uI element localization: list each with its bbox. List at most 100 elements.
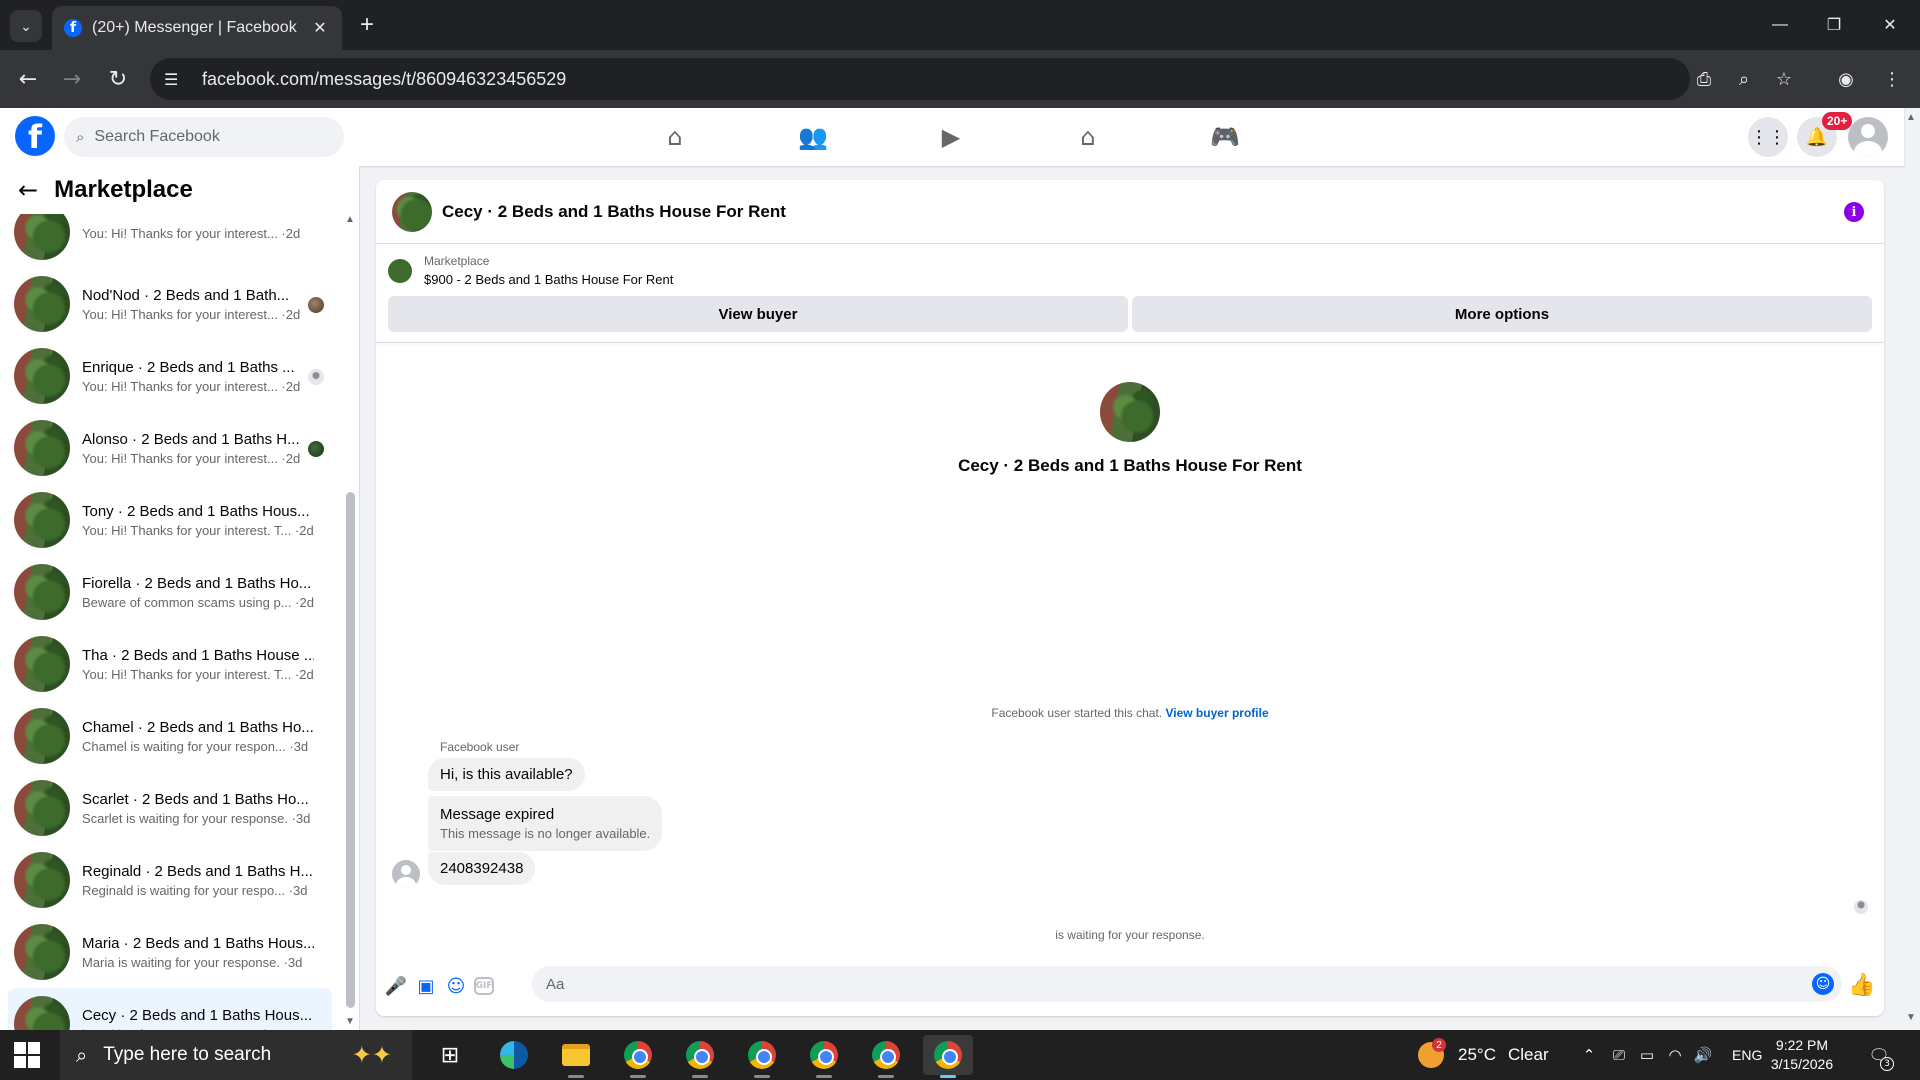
conversation-item[interactable]: Fiorella · 2 Beds and 1 Baths Ho... Bewar… xyxy=(8,556,332,628)
conversation-item[interactable]: Chamel · 2 Beds and 1 Baths Ho... Chamel … xyxy=(8,700,332,772)
tab-search-chevron-icon[interactable]: ⌄ xyxy=(10,10,42,42)
site-settings-icon[interactable]: ☰ xyxy=(164,70,190,89)
chrome-app-icon[interactable] xyxy=(613,1035,663,1078)
gaming-icon[interactable]: 🎮 xyxy=(1170,114,1280,160)
window-close-button[interactable]: ✕ xyxy=(1862,0,1918,50)
show-hidden-icons-chevron-icon[interactable]: ⌃ xyxy=(1578,1044,1600,1066)
zoom-icon[interactable]: ⌕ xyxy=(1728,63,1760,95)
notification-count-badge: 20+ xyxy=(1822,112,1853,130)
language-indicator[interactable]: ENG xyxy=(1732,1030,1762,1080)
facebook-search-box[interactable]: ⌕ Search Facebook xyxy=(64,117,344,157)
back-arrow-icon[interactable]: ← xyxy=(18,176,38,204)
facebook-search-input[interactable]: Search Facebook xyxy=(94,128,219,146)
reload-icon[interactable]: ↻ xyxy=(102,63,134,95)
conversation-preview: Beware of common scams using p... ·2d xyxy=(82,594,314,610)
conversation-item[interactable]: Tha · 2 Beds and 1 Baths House ... You: H… xyxy=(8,628,332,700)
forward-arrow-icon[interactable]: → xyxy=(56,63,88,95)
file-explorer-icon[interactable] xyxy=(551,1035,601,1078)
message-input[interactable] xyxy=(532,966,1842,1002)
sidebar-scrollbar-thumb[interactable] xyxy=(346,492,355,1008)
conversation-name: Reginald · 2 Beds and 1 Baths H... xyxy=(82,862,313,880)
conversation-item[interactable]: Scarlet · 2 Beds and 1 Baths Ho... Scarle… xyxy=(8,772,332,844)
install-app-icon[interactable]: ⎙ xyxy=(1688,63,1720,95)
info-icon[interactable]: i xyxy=(1844,202,1864,222)
windows-start-icon[interactable] xyxy=(14,1042,40,1068)
account-avatar[interactable] xyxy=(1848,117,1888,157)
conversation-item[interactable]: Alonso · 2 Beds and 1 Baths H... You: Hi!… xyxy=(8,412,332,484)
conversation-name: Alonso · 2 Beds and 1 Baths H... xyxy=(82,430,300,448)
seen-indicator-avatar xyxy=(308,369,324,385)
volume-icon[interactable]: 🔊 xyxy=(1692,1044,1714,1066)
chrome-app-icon-active[interactable] xyxy=(923,1035,973,1078)
scroll-up-arrow-icon[interactable]: ▲ xyxy=(344,214,356,226)
chat-title[interactable]: Cecy · 2 Beds and 1 Baths House For Rent xyxy=(442,202,786,222)
photo-icon[interactable]: ▣ xyxy=(414,974,438,998)
seen-indicator-avatar xyxy=(308,297,324,313)
copilot-sparkle-icon: ✦✦ xyxy=(351,1041,392,1069)
window-minimize-button[interactable]: — xyxy=(1752,0,1808,50)
menu-grid-icon[interactable]: ⋮⋮ xyxy=(1748,117,1788,157)
camera-icon[interactable]: ⎚ xyxy=(1608,1044,1630,1066)
home-icon[interactable]: ⌂ xyxy=(620,114,730,160)
edge-browser-icon[interactable] xyxy=(489,1035,539,1075)
facebook-logo-icon[interactable]: f xyxy=(15,116,55,156)
chat-avatar[interactable] xyxy=(392,191,432,232)
expired-message-bubble[interactable]: Message expired This message is no longe… xyxy=(428,796,663,851)
conversation-item[interactable]: Reginald · 2 Beds and 1 Baths H... Regina… xyxy=(8,844,332,916)
message-bubble[interactable]: 2408392438 xyxy=(428,852,536,885)
microphone-icon[interactable]: 🎤 xyxy=(384,974,408,998)
more-options-button[interactable]: More options xyxy=(1132,296,1872,332)
video-icon[interactable]: ▶ xyxy=(896,114,1006,160)
conversation-preview: You: Hi! Thanks for your interest... ·2d xyxy=(82,226,301,241)
sticker-icon[interactable]: ☺ xyxy=(444,974,468,998)
conversation-name: Cecy · 2 Beds and 1 Baths Hous... xyxy=(82,1006,313,1024)
gif-icon[interactable]: GIF xyxy=(474,977,494,995)
taskbar-clock[interactable]: 9:22 PM 3/15/2026 xyxy=(1762,1036,1842,1074)
page-scroll-up-arrow-icon[interactable]: ▲ xyxy=(1906,112,1916,123)
conversation-item[interactable]: Tony · 2 Beds and 1 Baths Hous... You: Hi… xyxy=(8,484,332,556)
scroll-down-arrow-icon[interactable]: ▼ xyxy=(344,1016,356,1028)
marketplace-icon[interactable]: ⌂ xyxy=(1033,114,1143,160)
conversation-item[interactable]: Nod'Nod · 2 Beds and 1 Bath... You: Hi! T… xyxy=(8,268,332,340)
conversation-item[interactable]: Enrique · 2 Beds and 1 Baths ... You: Hi!… xyxy=(8,340,332,412)
weather-widget[interactable]: 2 25°C Clear xyxy=(1418,1030,1549,1080)
page-scroll-down-arrow-icon[interactable]: ▼ xyxy=(1906,1012,1916,1023)
chrome-app-icon[interactable] xyxy=(861,1035,911,1078)
intro-avatar[interactable] xyxy=(1100,382,1160,442)
window-restore-button[interactable]: ❐ xyxy=(1806,0,1862,50)
friends-icon[interactable]: 👥 xyxy=(758,114,868,160)
back-arrow-icon[interactable]: ← xyxy=(12,63,44,95)
listing-price-title: $900 - 2 Beds and 1 Baths House For Rent xyxy=(424,272,674,287)
chrome-app-icon[interactable] xyxy=(675,1035,725,1078)
conversation-preview: Scarlet is waiting for your response. ·3… xyxy=(82,810,311,826)
new-tab-button[interactable]: + xyxy=(352,10,382,40)
taskbar-search-box[interactable]: ⌕ Type here to search ✦✦ xyxy=(60,1030,412,1080)
view-buyer-button[interactable]: View buyer xyxy=(388,296,1128,332)
emoji-icon[interactable]: ☺ xyxy=(1812,973,1834,995)
tab-close-icon[interactable]: ✕ xyxy=(310,18,330,38)
chrome-app-icon[interactable] xyxy=(737,1035,787,1078)
wifi-icon[interactable]: ◠ xyxy=(1664,1044,1686,1066)
browser-menu-icon[interactable]: ⋮ xyxy=(1876,63,1908,95)
windows-taskbar: ⌕ Type here to search ✦✦ ⊞ 2 25°C Clear … xyxy=(0,1030,1920,1080)
listing-summary[interactable]: Marketplace $900 - 2 Beds and 1 Baths Ho… xyxy=(388,254,673,287)
browser-tab-messenger[interactable]: f (20+) Messenger | Facebook ✕ xyxy=(52,6,342,50)
conversation-preview: Chamel is waiting for your respon... ·3d xyxy=(82,738,309,754)
conversation-item[interactable]: Cecy · 2 Beds and 1 Baths Hous...is wait… xyxy=(8,988,332,1030)
battery-icon[interactable]: ▭ xyxy=(1636,1044,1658,1066)
conversation-name: Nod'Nod · 2 Beds and 1 Bath... xyxy=(82,286,290,304)
message-bubble[interactable]: Hi, is this available? xyxy=(428,758,585,791)
search-icon: ⌕ xyxy=(76,128,85,146)
conversation-list: You: Hi! Thanks for your interest... ·2d… xyxy=(8,196,332,1030)
notification-center-icon[interactable]: 🗨 3 xyxy=(1866,1043,1894,1071)
chrome-app-icon[interactable] xyxy=(799,1035,849,1078)
thumbs-up-icon[interactable]: 👍 xyxy=(1848,972,1875,998)
taskbar-search-input[interactable]: Type here to search xyxy=(103,1044,271,1066)
conversation-item[interactable]: Maria · 2 Beds and 1 Baths Hous... Maria … xyxy=(8,916,332,988)
bookmark-star-icon[interactable]: ☆ xyxy=(1768,63,1800,95)
address-bar[interactable]: ☰ facebook.com/messages/t/86094632345652… xyxy=(150,58,1690,100)
view-buyer-profile-link[interactable]: View buyer profile xyxy=(1165,706,1268,720)
task-view-icon[interactable]: ⊞ xyxy=(425,1035,475,1075)
profile-icon[interactable]: ◉ xyxy=(1830,63,1862,95)
seen-indicator-avatar xyxy=(1854,900,1868,914)
